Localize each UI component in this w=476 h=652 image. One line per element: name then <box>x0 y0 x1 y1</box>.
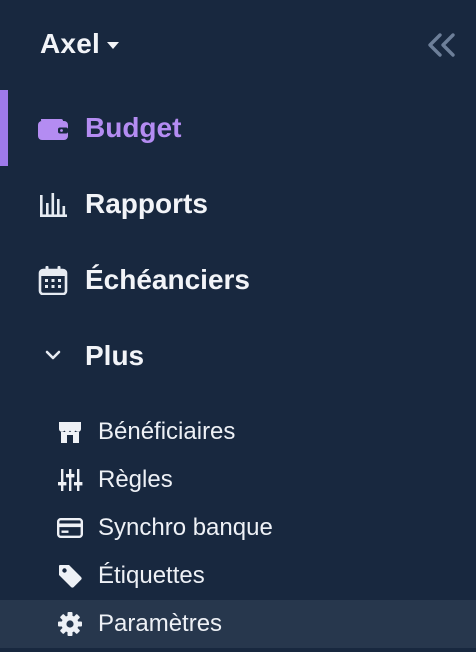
double-chevron-left-icon <box>426 32 456 58</box>
sub-item-label: Synchro banque <box>98 514 273 541</box>
nav-item-label: Échéanciers <box>85 264 250 295</box>
credit-card-icon <box>57 515 83 541</box>
collapse-sidebar-button[interactable] <box>424 30 458 60</box>
store-icon <box>57 419 83 445</box>
sub-item-label: Paramètres <box>98 610 223 637</box>
caret-down-icon <box>106 41 119 49</box>
sidebar: Axel Budget Rapports Échéanciers Plus Bé… <box>0 0 476 652</box>
budget-selector[interactable]: Axel <box>40 22 119 66</box>
nav-item-label: Rapports <box>85 188 208 219</box>
sub-item-parametres[interactable]: Paramètres <box>0 600 476 648</box>
nav-item-label: Plus <box>85 340 145 371</box>
sidebar-header: Axel <box>0 0 476 90</box>
tag-icon <box>57 563 83 589</box>
wallet-icon <box>37 112 69 144</box>
sub-item-regles[interactable]: Règles <box>0 456 476 504</box>
chevron-down-icon <box>37 340 69 372</box>
sub-item-label: Étiquettes <box>98 562 205 589</box>
nav-item-plus[interactable]: Plus <box>0 318 476 394</box>
bar-chart-icon <box>37 188 69 220</box>
nav-item-label: Budget <box>85 112 182 143</box>
budget-name-label: Axel <box>40 28 100 59</box>
sub-item-label: Bénéficiaires <box>98 418 236 445</box>
nav-item-echeanciers[interactable]: Échéanciers <box>0 242 476 318</box>
sub-item-beneficiaires[interactable]: Bénéficiaires <box>0 408 476 456</box>
nav-item-budget[interactable]: Budget <box>0 90 476 166</box>
main-navigation: Budget Rapports Échéanciers Plus <box>0 90 476 394</box>
calendar-icon <box>37 264 69 296</box>
sub-item-label: Règles <box>98 466 173 493</box>
sub-item-synchro-banque[interactable]: Synchro banque <box>0 504 476 552</box>
nav-item-rapports[interactable]: Rapports <box>0 166 476 242</box>
sub-item-etiquettes[interactable]: Étiquettes <box>0 552 476 600</box>
more-navigation: Bénéficiaires Règles Synchro banque Étiq… <box>0 408 476 648</box>
sliders-icon <box>57 467 83 493</box>
gear-icon <box>57 611 83 637</box>
active-indicator <box>0 90 8 166</box>
